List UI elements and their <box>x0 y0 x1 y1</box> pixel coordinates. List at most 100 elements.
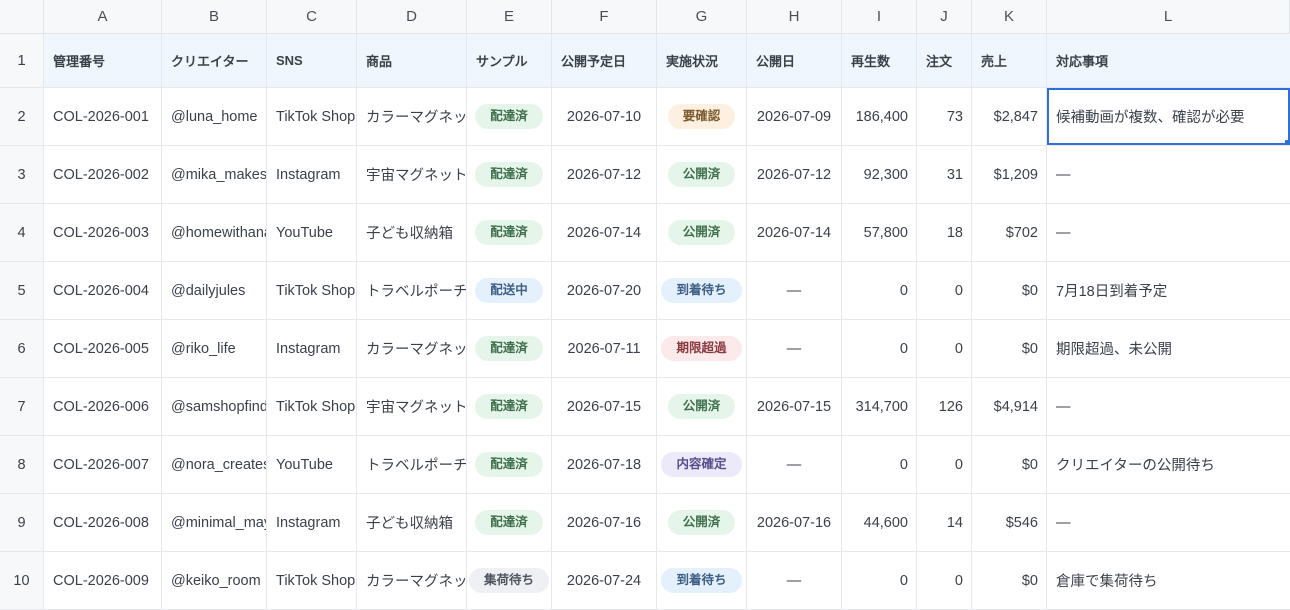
header-cell-planned-date[interactable]: 公開予定日 <box>552 34 657 87</box>
cell-published-date[interactable]: 2026-07-15 <box>747 378 842 435</box>
column-header-e[interactable]: E <box>467 0 552 33</box>
cell-sales[interactable]: $702 <box>972 204 1047 261</box>
cell-orders[interactable]: 126 <box>917 378 972 435</box>
header-cell-status[interactable]: 実施状況 <box>657 34 747 87</box>
row-number[interactable]: 7 <box>0 378 44 435</box>
column-header-f[interactable]: F <box>552 0 657 33</box>
cell-status[interactable]: 公開済 <box>657 378 747 435</box>
cell-published-date[interactable]: — <box>747 262 842 319</box>
cell-creator[interactable]: @homewithana <box>162 204 267 261</box>
cell-sns[interactable]: YouTube <box>267 204 357 261</box>
cell-planned-date[interactable]: 2026-07-20 <box>552 262 657 319</box>
cell-creator[interactable]: @mika_makes <box>162 146 267 203</box>
cell-sns[interactable]: TikTok Shop <box>267 88 357 145</box>
header-cell-sales[interactable]: 売上 <box>972 34 1047 87</box>
cell-action[interactable]: 期限超過、未公開 <box>1047 320 1290 377</box>
cell-planned-date[interactable]: 2026-07-14 <box>552 204 657 261</box>
cell-sales[interactable]: $0 <box>972 262 1047 319</box>
cell-sample[interactable]: 配達済 <box>467 146 552 203</box>
cell-sample[interactable]: 配達済 <box>467 494 552 551</box>
cell-creator[interactable]: @dailyjules <box>162 262 267 319</box>
cell-id[interactable]: COL-2026-007 <box>44 436 162 493</box>
cell-orders[interactable]: 31 <box>917 146 972 203</box>
cell-views[interactable]: 92,300 <box>842 146 917 203</box>
fill-handle[interactable] <box>1285 140 1290 145</box>
column-header-d[interactable]: D <box>357 0 467 33</box>
column-header-c[interactable]: C <box>267 0 357 33</box>
row-number[interactable]: 5 <box>0 262 44 319</box>
cell-planned-date[interactable]: 2026-07-16 <box>552 494 657 551</box>
header-cell-sample[interactable]: サンプル <box>467 34 552 87</box>
cell-product[interactable]: 子ども収納箱 <box>357 494 467 551</box>
cell-sns[interactable]: Instagram <box>267 320 357 377</box>
cell-views[interactable]: 186,400 <box>842 88 917 145</box>
cell-product[interactable]: カラーマグネット <box>357 552 467 609</box>
column-header-l[interactable]: L <box>1047 0 1290 33</box>
cell-sample[interactable]: 配送中 <box>467 262 552 319</box>
column-header-g[interactable]: G <box>657 0 747 33</box>
row-number[interactable]: 1 <box>0 34 44 87</box>
cell-product[interactable]: カラーマグネット <box>357 320 467 377</box>
cell-sample[interactable]: 配達済 <box>467 436 552 493</box>
header-cell-creator[interactable]: クリエイター <box>162 34 267 87</box>
cell-orders[interactable]: 0 <box>917 262 972 319</box>
cell-product[interactable]: トラベルポーチ <box>357 436 467 493</box>
cell-published-date[interactable]: — <box>747 552 842 609</box>
cell-views[interactable]: 57,800 <box>842 204 917 261</box>
column-header-h[interactable]: H <box>747 0 842 33</box>
cell-sample[interactable]: 配達済 <box>467 320 552 377</box>
cell-orders[interactable]: 0 <box>917 436 972 493</box>
cell-creator[interactable]: @samshopfinds <box>162 378 267 435</box>
cell-action-selected[interactable]: 候補動画が複数、確認が必要 <box>1047 88 1290 145</box>
cell-status[interactable]: 到着待ち <box>657 552 747 609</box>
cell-creator[interactable]: @minimal_may <box>162 494 267 551</box>
cell-published-date[interactable]: 2026-07-16 <box>747 494 842 551</box>
cell-product[interactable]: トラベルポーチ <box>357 262 467 319</box>
cell-published-date[interactable]: 2026-07-09 <box>747 88 842 145</box>
cell-sns[interactable]: Instagram <box>267 146 357 203</box>
cell-sns[interactable]: Instagram <box>267 494 357 551</box>
column-header-i[interactable]: I <box>842 0 917 33</box>
cell-sales[interactable]: $0 <box>972 320 1047 377</box>
cell-creator[interactable]: @luna_home <box>162 88 267 145</box>
cell-status[interactable]: 到着待ち <box>657 262 747 319</box>
row-number[interactable]: 10 <box>0 552 44 609</box>
header-cell-product[interactable]: 商品 <box>357 34 467 87</box>
cell-sales[interactable]: $0 <box>972 552 1047 609</box>
cell-id[interactable]: COL-2026-009 <box>44 552 162 609</box>
cell-status[interactable]: 内容確定 <box>657 436 747 493</box>
cell-orders[interactable]: 73 <box>917 88 972 145</box>
cell-action[interactable]: — <box>1047 204 1290 261</box>
cell-id[interactable]: COL-2026-006 <box>44 378 162 435</box>
select-all-corner[interactable] <box>0 0 44 33</box>
cell-views[interactable]: 44,600 <box>842 494 917 551</box>
cell-sample[interactable]: 配達済 <box>467 378 552 435</box>
cell-status[interactable]: 要確認 <box>657 88 747 145</box>
cell-sns[interactable]: TikTok Shop <box>267 378 357 435</box>
cell-status[interactable]: 公開済 <box>657 146 747 203</box>
cell-planned-date[interactable]: 2026-07-10 <box>552 88 657 145</box>
cell-orders[interactable]: 18 <box>917 204 972 261</box>
cell-action[interactable]: — <box>1047 494 1290 551</box>
cell-planned-date[interactable]: 2026-07-24 <box>552 552 657 609</box>
cell-sample[interactable]: 配達済 <box>467 204 552 261</box>
cell-id[interactable]: COL-2026-004 <box>44 262 162 319</box>
cell-planned-date[interactable]: 2026-07-18 <box>552 436 657 493</box>
cell-planned-date[interactable]: 2026-07-12 <box>552 146 657 203</box>
cell-views[interactable]: 0 <box>842 320 917 377</box>
header-cell-orders[interactable]: 注文 <box>917 34 972 87</box>
cell-product[interactable]: 宇宙マグネット <box>357 378 467 435</box>
cell-orders[interactable]: 14 <box>917 494 972 551</box>
cell-orders[interactable]: 0 <box>917 552 972 609</box>
column-header-j[interactable]: J <box>917 0 972 33</box>
row-number[interactable]: 2 <box>0 88 44 145</box>
cell-sns[interactable]: TikTok Shop <box>267 262 357 319</box>
cell-product[interactable]: 宇宙マグネット <box>357 146 467 203</box>
cell-id[interactable]: COL-2026-003 <box>44 204 162 261</box>
cell-sns[interactable]: TikTok Shop <box>267 552 357 609</box>
row-number[interactable]: 8 <box>0 436 44 493</box>
row-number[interactable]: 6 <box>0 320 44 377</box>
row-number[interactable]: 4 <box>0 204 44 261</box>
cell-status[interactable]: 期限超過 <box>657 320 747 377</box>
cell-published-date[interactable]: — <box>747 320 842 377</box>
